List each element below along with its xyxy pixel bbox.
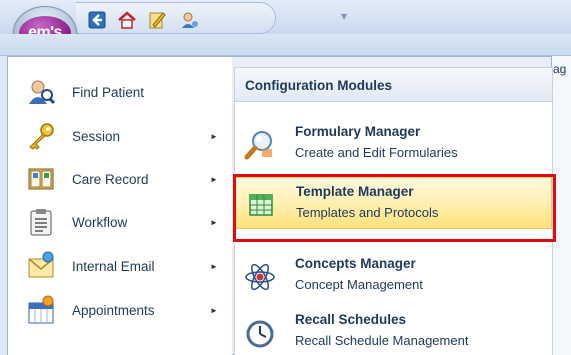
menu-item-label: Session xyxy=(72,128,121,144)
menu-item-label: Workflow xyxy=(72,214,128,230)
background-text-fragment: ag xyxy=(553,62,567,76)
submenu-item-subtitle: Create and Edit Formularies xyxy=(295,145,458,160)
calendar-icon xyxy=(24,293,58,327)
atom-icon xyxy=(243,260,277,294)
submenu-arrow-icon: ► xyxy=(210,261,218,271)
menu-item-label: Appointments xyxy=(72,302,155,318)
edit-icon[interactable] xyxy=(146,9,168,31)
clipboard-icon xyxy=(24,205,58,239)
submenu-item-subtitle: Recall Schedule Management xyxy=(295,333,469,348)
menu-item-label: Care Record xyxy=(72,171,149,187)
submenu-item-subtitle: Concept Management xyxy=(295,277,423,292)
title-bar: ▾ em's xyxy=(0,0,571,60)
configuration-modules-pane: Configuration Modules Formulary Manager … xyxy=(234,67,553,355)
menu-item-appointments[interactable]: Appointments ► xyxy=(16,289,230,331)
submenu-item-title: Concepts Manager xyxy=(295,256,416,271)
clock-icon xyxy=(243,316,277,350)
quick-access-toolbar: ▾ xyxy=(76,2,347,34)
key-icon xyxy=(24,119,58,153)
email-icon xyxy=(24,249,58,283)
submenu-item-formulary-manager[interactable]: Formulary Manager Create and Edit Formul… xyxy=(235,118,552,170)
grid-icon xyxy=(244,188,278,222)
menu-item-label: Find Patient xyxy=(72,84,145,100)
submenu-item-concepts-manager[interactable]: Concepts Manager Concept Management xyxy=(235,250,552,302)
submenu-arrow-icon: ► xyxy=(210,305,218,315)
main-menu-pane: Find Patient Session ► Care Record ► Wor… xyxy=(8,57,232,355)
find-patient-icon xyxy=(24,75,58,109)
submenu-arrow-icon: ► xyxy=(210,131,218,141)
submenu-item-subtitle: Templates and Protocols xyxy=(296,205,439,220)
background-panel xyxy=(550,56,571,355)
submenu-arrow-icon: ► xyxy=(210,217,218,227)
submenu-header: Configuration Modules xyxy=(235,68,552,102)
quick-access-customize-icon[interactable]: ▾ xyxy=(341,9,347,23)
submenu-item-title: Recall Schedules xyxy=(295,312,407,327)
application-menu: Find Patient Session ► Care Record ► Wor… xyxy=(7,56,553,355)
magnifier-icon xyxy=(243,128,277,162)
submenu-item-template-manager[interactable]: Template Manager Templates and Protocols xyxy=(235,177,552,229)
submenu-item-recall-schedules[interactable]: Recall Schedules Recall Schedule Managem… xyxy=(235,306,552,355)
menu-item-internal-email[interactable]: Internal Email ► xyxy=(16,245,230,287)
submenu-item-title: Formulary Manager xyxy=(295,124,421,139)
menu-item-session[interactable]: Session ► xyxy=(16,115,230,157)
menu-item-care-record[interactable]: Care Record ► xyxy=(16,158,230,200)
menu-item-find-patient[interactable]: Find Patient xyxy=(16,71,230,113)
home-icon[interactable] xyxy=(116,9,138,31)
ribbon-strip xyxy=(0,34,571,56)
book-icon xyxy=(24,162,58,196)
submenu-arrow-icon: ► xyxy=(210,174,218,184)
submenu-item-title: Template Manager xyxy=(296,184,414,199)
menu-item-workflow[interactable]: Workflow ► xyxy=(16,201,230,243)
user-icon[interactable] xyxy=(179,9,201,31)
back-icon[interactable] xyxy=(86,9,108,31)
menu-item-label: Internal Email xyxy=(72,258,155,274)
